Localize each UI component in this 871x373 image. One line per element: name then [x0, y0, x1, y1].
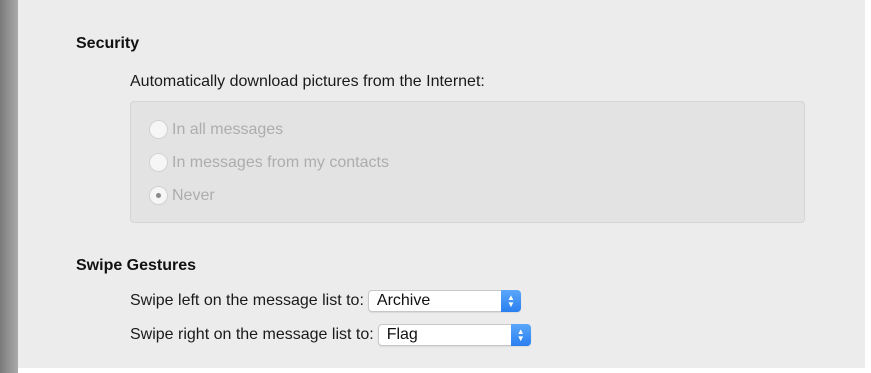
window-left-edge [0, 0, 18, 373]
swipe-left-row: Swipe left on the message list to: Archi… [130, 290, 521, 312]
swipe-right-popup[interactable]: Flag ▲ ▼ [377, 324, 531, 346]
updown-chevron-icon: ▲ ▼ [510, 324, 531, 346]
updown-chevron-icon: ▲ ▼ [500, 290, 521, 312]
window-right-edge [865, 0, 871, 373]
radio-unchecked-icon[interactable] [149, 120, 168, 139]
radio-option-my-contacts[interactable]: In messages from my contacts [149, 153, 389, 172]
window-bottom-edge [18, 368, 871, 373]
radio-option-label: Never [172, 186, 215, 204]
radio-checked-icon[interactable] [149, 186, 168, 205]
radio-unchecked-icon[interactable] [149, 153, 168, 172]
swipe-left-value: Archive [376, 292, 431, 309]
radio-option-never[interactable]: Never [149, 186, 215, 205]
security-section-title: Security [76, 35, 140, 52]
radio-option-label: In messages from my contacts [172, 153, 389, 171]
download-pictures-question: Automatically download pictures from the… [130, 73, 485, 90]
swipe-right-row: Swipe right on the message list to: Flag… [130, 324, 531, 346]
swipe-left-popup[interactable]: Archive ▲ ▼ [367, 290, 521, 312]
swipe-right-value: Flag [386, 326, 418, 343]
radio-option-all-messages[interactable]: In all messages [149, 120, 283, 139]
swipe-left-label: Swipe left on the message list to: [130, 292, 364, 309]
swipe-gestures-section-title: Swipe Gestures [76, 257, 197, 274]
swipe-right-label: Swipe right on the message list to: [130, 326, 374, 343]
radio-option-label: In all messages [172, 120, 284, 138]
